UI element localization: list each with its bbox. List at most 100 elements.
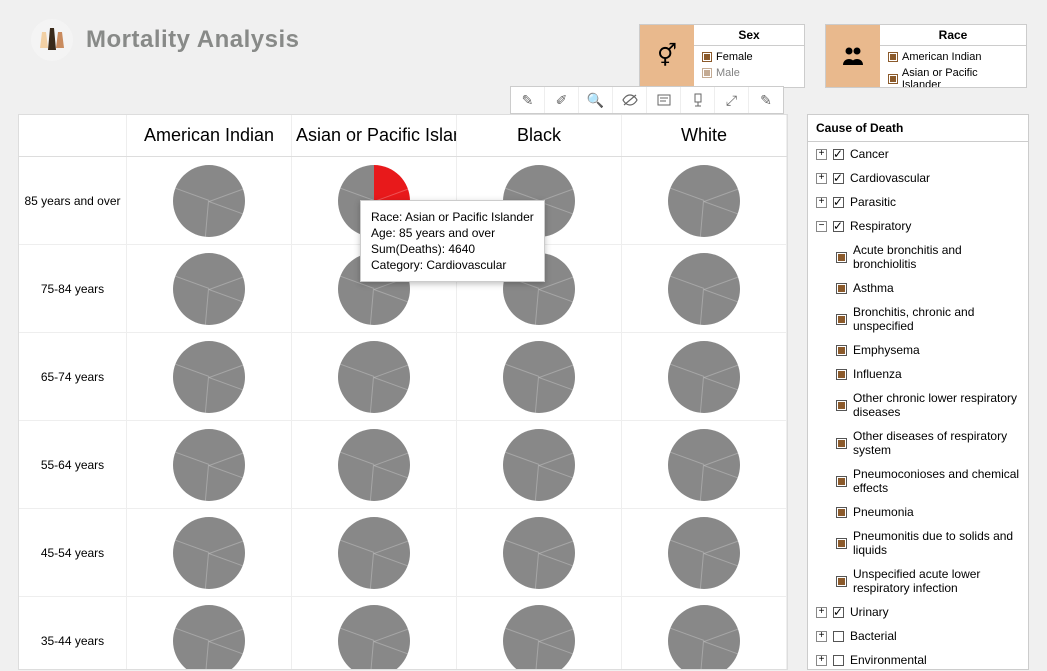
- checkbox[interactable]: [833, 197, 844, 208]
- expand-icon[interactable]: +: [816, 149, 827, 160]
- column-header[interactable]: American Indian: [127, 115, 292, 156]
- sex-filter-item[interactable]: Male: [702, 65, 796, 81]
- sex-filter[interactable]: ⚥ Sex Female Male: [639, 24, 805, 88]
- pie-cell[interactable]: [127, 333, 292, 420]
- pie-chart[interactable]: [173, 341, 245, 413]
- checkbox[interactable]: [833, 221, 844, 232]
- column-header[interactable]: Asian or Pacific Islan..: [292, 115, 457, 156]
- tree-item[interactable]: +Urinary: [808, 600, 1028, 624]
- tree-child-item[interactable]: Asthma: [808, 276, 1028, 300]
- row-header[interactable]: 35-44 years: [19, 597, 127, 670]
- expand-icon[interactable]: +: [816, 197, 827, 208]
- text-box-icon[interactable]: [647, 87, 681, 113]
- pie-cell[interactable]: [127, 421, 292, 508]
- tree-child-item[interactable]: Acute bronchitis and bronchiolitis: [808, 238, 1028, 276]
- pie-cell[interactable]: [622, 333, 787, 420]
- checkbox[interactable]: [836, 369, 847, 380]
- pie-chart[interactable]: [503, 517, 575, 589]
- pie-cell[interactable]: [457, 597, 622, 670]
- tree-child-item[interactable]: Pneumonia: [808, 500, 1028, 524]
- zoom-in-icon[interactable]: 🔍: [579, 87, 613, 113]
- eraser-icon[interactable]: ✐: [545, 87, 579, 113]
- collapse-icon[interactable]: −: [816, 221, 827, 232]
- tree-item[interactable]: +Parasitic: [808, 190, 1028, 214]
- tree-child-item[interactable]: Pneumoconioses and chemical effects: [808, 462, 1028, 500]
- pie-chart[interactable]: [173, 253, 245, 325]
- checkbox[interactable]: [836, 252, 847, 263]
- tree-item[interactable]: −Respiratory: [808, 214, 1028, 238]
- tree-item[interactable]: +Cardiovascular: [808, 166, 1028, 190]
- pie-chart[interactable]: [173, 429, 245, 501]
- pencil-icon[interactable]: ✎: [511, 87, 545, 113]
- drill-icon[interactable]: [681, 87, 715, 113]
- pie-cell[interactable]: [622, 597, 787, 670]
- pie-chart[interactable]: [668, 165, 740, 237]
- pie-chart[interactable]: [338, 605, 410, 671]
- pie-cell[interactable]: [622, 157, 787, 244]
- checkbox[interactable]: [833, 655, 844, 666]
- tree-child-item[interactable]: Influenza: [808, 362, 1028, 386]
- tree-child-item[interactable]: Other chronic lower respiratory diseases: [808, 386, 1028, 424]
- tree-child-item[interactable]: Unspecified acute lower respiratory infe…: [808, 562, 1028, 600]
- pie-cell[interactable]: [622, 245, 787, 332]
- checkbox[interactable]: [836, 476, 847, 487]
- row-header[interactable]: 45-54 years: [19, 509, 127, 596]
- pie-chart[interactable]: [503, 605, 575, 671]
- hide-icon[interactable]: [613, 87, 647, 113]
- pie-cell[interactable]: [622, 421, 787, 508]
- checkbox[interactable]: [833, 173, 844, 184]
- tree-child-item[interactable]: Bronchitis, chronic and unspecified: [808, 300, 1028, 338]
- checkbox[interactable]: [836, 538, 847, 549]
- tree-item[interactable]: +Cancer: [808, 142, 1028, 166]
- row-header[interactable]: 65-74 years: [19, 333, 127, 420]
- pie-cell[interactable]: [292, 597, 457, 670]
- pie-chart[interactable]: [173, 605, 245, 671]
- pie-cell[interactable]: [127, 245, 292, 332]
- checkbox[interactable]: [836, 438, 847, 449]
- pie-chart[interactable]: [338, 517, 410, 589]
- pie-cell[interactable]: [457, 333, 622, 420]
- expand-icon[interactable]: +: [816, 631, 827, 642]
- checkbox[interactable]: [833, 631, 844, 642]
- pie-cell[interactable]: [292, 421, 457, 508]
- tree-item[interactable]: +Bacterial: [808, 624, 1028, 648]
- row-header[interactable]: 75-84 years: [19, 245, 127, 332]
- checkbox[interactable]: [836, 283, 847, 294]
- expand-icon[interactable]: +: [816, 655, 827, 666]
- pie-chart[interactable]: [503, 429, 575, 501]
- pie-cell[interactable]: [622, 509, 787, 596]
- sex-filter-item[interactable]: Female: [702, 49, 796, 65]
- pie-chart[interactable]: [173, 165, 245, 237]
- expand-icon[interactable]: ⤢: [715, 87, 749, 113]
- checkbox[interactable]: [836, 314, 847, 325]
- pie-chart[interactable]: [668, 517, 740, 589]
- tree-child-item[interactable]: Other diseases of respiratory system: [808, 424, 1028, 462]
- pie-chart[interactable]: [668, 605, 740, 671]
- checkbox[interactable]: [836, 576, 847, 587]
- pie-chart[interactable]: [338, 341, 410, 413]
- pie-cell[interactable]: [292, 509, 457, 596]
- expand-icon[interactable]: +: [816, 173, 827, 184]
- pie-chart[interactable]: [668, 253, 740, 325]
- row-header[interactable]: 85 years and over: [19, 157, 127, 244]
- pie-chart[interactable]: [668, 341, 740, 413]
- tree-item[interactable]: +Environmental: [808, 648, 1028, 670]
- expand-icon[interactable]: +: [816, 607, 827, 618]
- race-filter-item[interactable]: American Indian: [888, 49, 1018, 65]
- checkbox[interactable]: [836, 507, 847, 518]
- checkbox[interactable]: [836, 345, 847, 356]
- checkbox[interactable]: [833, 607, 844, 618]
- tree-child-item[interactable]: Emphysema: [808, 338, 1028, 362]
- column-header[interactable]: Black: [457, 115, 622, 156]
- checkbox[interactable]: [836, 400, 847, 411]
- pie-cell[interactable]: [457, 421, 622, 508]
- pie-chart[interactable]: [503, 341, 575, 413]
- edit-icon[interactable]: ✎: [749, 87, 783, 113]
- pie-chart[interactable]: [668, 429, 740, 501]
- pie-cell[interactable]: [457, 509, 622, 596]
- column-header[interactable]: White: [622, 115, 787, 156]
- race-filter-item[interactable]: Asian or Pacific Islander: [888, 65, 1018, 87]
- pie-cell[interactable]: [127, 597, 292, 670]
- pie-cell[interactable]: [292, 333, 457, 420]
- checkbox[interactable]: [833, 149, 844, 160]
